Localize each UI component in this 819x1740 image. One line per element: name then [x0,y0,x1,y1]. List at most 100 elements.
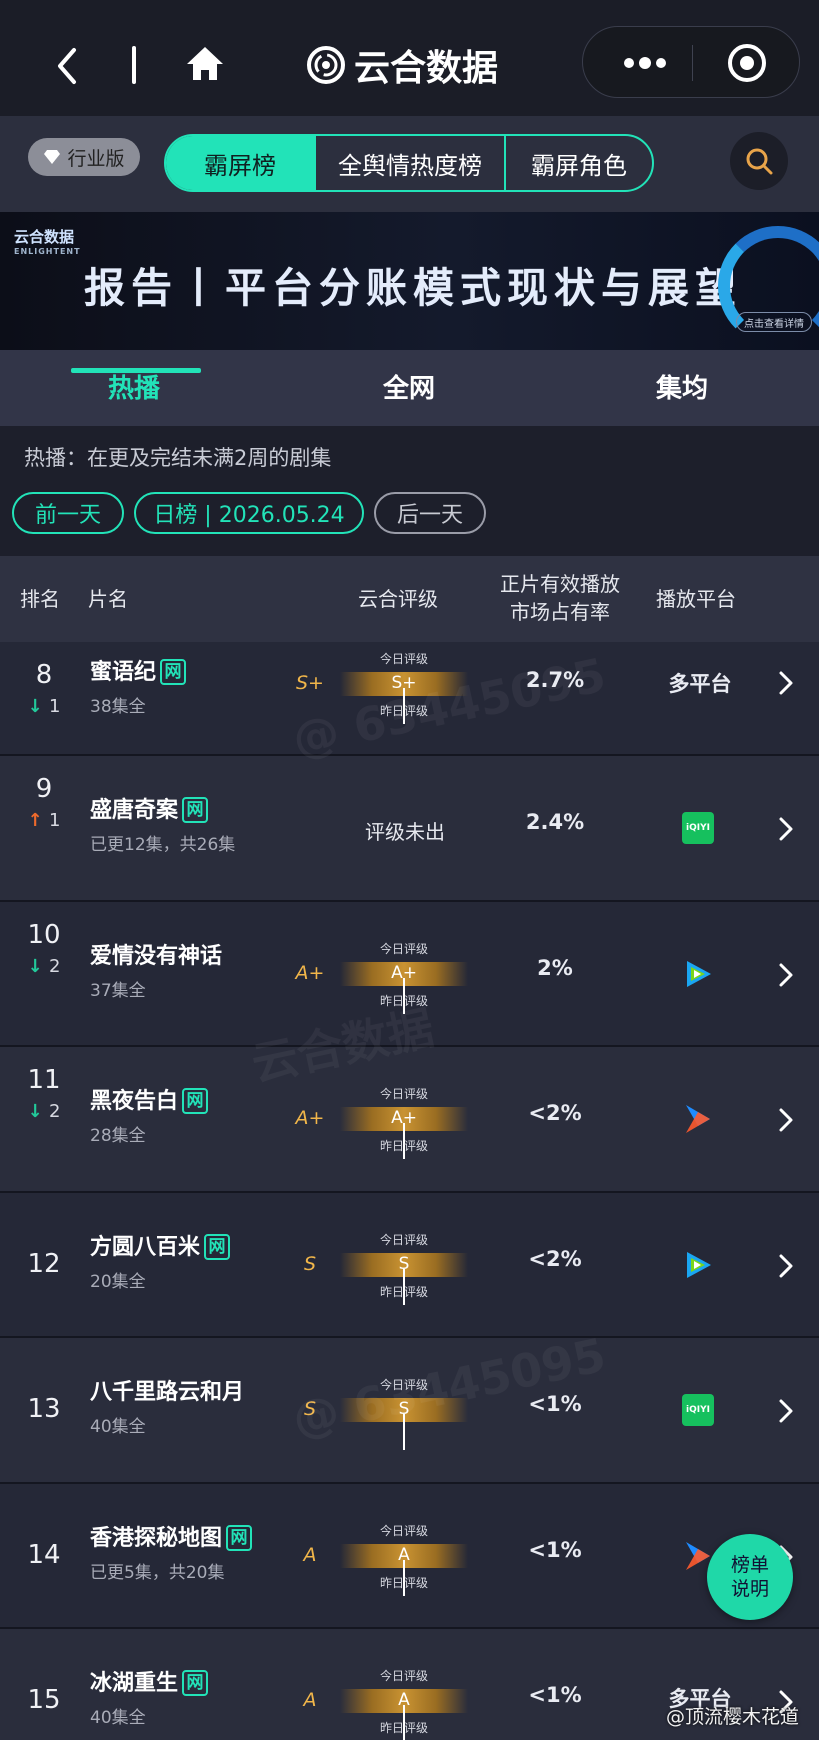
search-button[interactable] [730,132,788,190]
diamond-icon [44,150,61,164]
yesterday-rating-label: 昨日评级 [379,1139,428,1153]
rating-gauge: 今日评级 S+ 昨日评级 [340,650,468,724]
rating-gauge: 今日评级 A+ 昨日评级 [340,1085,468,1159]
more-icon[interactable] [615,49,675,77]
back-icon[interactable] [54,46,80,86]
rank-down-icon: ↓ [27,1101,49,1122]
show-title-text: 蜜语纪 [90,660,157,685]
title-bar: 云合数据 [0,0,819,116]
today-rating: S [398,1253,410,1274]
header-share-line1: 正片有效播放 [500,572,620,596]
tab-per-episode[interactable]: 集均 [656,368,708,405]
next-day-button[interactable]: 后一天 [374,492,486,534]
rating-bar: A [340,1543,468,1596]
episode-count: 20集全 [90,1271,146,1292]
table-row[interactable]: 8 ↓ 1 蜜语纪网 38集全 S+ 今日评级 S+ 昨日评级 2.7% 多平台 [0,642,819,756]
show-title[interactable]: 盛唐奇案网 [90,792,209,824]
show-title[interactable]: 爱情没有神话 [90,938,222,970]
rank-number: 14 [27,1539,61,1570]
previous-rating: S [303,1252,317,1275]
rating-bar: S [340,1252,468,1305]
show-title-text: 八千里路云和月 [90,1380,245,1405]
today-rating-label: 今日评级 [379,1378,428,1392]
banner-logo-en: ENLIGHTENT [14,247,81,256]
chevron-right-icon[interactable] [778,816,794,842]
show-title[interactable]: 方圆八百米网 [90,1229,231,1261]
tencent-video-icon [682,1249,714,1281]
report-banner[interactable]: 云合数据 ENLIGHTENT 报告丨平台分账模式现状与展望 点击查看详情 [0,212,819,350]
author-watermark: @顶流樱木花道 [666,1706,800,1728]
banner-detail-button[interactable]: 点击查看详情 [736,312,812,332]
show-title[interactable]: 黑夜告白网 [90,1083,209,1115]
rank-change: ↓ 1 [24,696,64,717]
tencent-video-icon [682,958,714,990]
show-title[interactable]: 香港探秘地图网 [90,1520,253,1552]
rank-number: 9 [35,774,53,804]
prev-day-button[interactable]: 前一天 [12,492,124,534]
today-rating: A [398,1544,410,1565]
chevron-right-icon[interactable] [778,1253,794,1279]
chevron-right-icon[interactable] [778,1107,794,1133]
table-row[interactable]: 12 方圆八百米网 20集全 S 今日评级 S 昨日评级 <2% [0,1192,819,1338]
previous-rating: A [303,1689,317,1711]
logo-icon [307,46,345,84]
capsule-divider [692,45,693,81]
today-rating-label: 今日评级 [379,1669,428,1683]
rating-gauge: 今日评级 S 昨日评级 [340,1231,468,1305]
tab-all-network[interactable]: 全网 [383,368,435,405]
show-title[interactable]: 冰湖重生网 [90,1665,209,1697]
rating-bar: A+ [340,961,468,1014]
yesterday-rating-label: 昨日评级 [379,704,428,718]
yesterday-rating-label: 昨日评级 [379,1284,428,1299]
market-share: <1% [528,1537,582,1562]
chevron-right-icon[interactable] [778,670,794,696]
header-rating: 云合评级 [358,587,438,611]
yesterday-rating-label: 昨日评级 [379,993,428,1008]
close-miniprogram-icon[interactable] [725,41,769,85]
web-drama-badge: 网 [182,1670,209,1696]
industry-label: 行业版 [67,147,125,170]
banner-logo: 云合数据 ENLIGHTENT [14,226,81,256]
episode-count: 28集全 [90,1126,146,1146]
segment-opinion-heat-board[interactable]: 全舆情热度榜 [314,136,504,190]
rank-number: 12 [27,1248,61,1279]
tab-hot[interactable]: 热播 [108,368,160,405]
episode-count: 40集全 [90,1417,146,1437]
board-legend-button[interactable]: 榜单 说明 [707,1534,793,1620]
table-row[interactable]: 13 八千里路云和月 40集全 S 今日评级 S <1% iQIYI [0,1338,819,1484]
rank-number: 8 [35,660,53,690]
table-row[interactable]: 9 ↑ 1 盛唐奇案网已更12集，共26集 评级未出 2.4% iQIYI [0,756,819,902]
platform-multi: 多平台 [668,672,732,696]
home-icon[interactable] [185,44,225,84]
app-title: 云合数据 [306,38,498,92]
rank-up-icon: ↑ [27,810,49,831]
today-rating-label: 今日评级 [379,652,428,666]
header-rank: 排名 [20,587,60,611]
chevron-right-icon[interactable] [778,1398,794,1424]
table-row[interactable]: 10 ↓ 2 爱情没有神话 37集全 A+ 今日评级 A+ 昨日评级 2% [0,901,819,1047]
rank-change-value: 1 [48,696,61,717]
market-share: <1% [528,1683,582,1707]
episode-count: 已更5集，共20集 [90,1562,225,1583]
show-title[interactable]: 蜜语纪网 [90,654,187,686]
today-rating: S+ [391,673,417,693]
date-selector[interactable]: 日榜 | 2026.05.24 [134,492,364,534]
episode-count: 38集全 [90,697,146,717]
chevron-right-icon[interactable] [778,962,794,988]
industry-edition-badge[interactable]: 行业版 [28,138,140,176]
rank-change-value: 2 [48,1101,61,1122]
table-row[interactable]: 11 ↓ 2 黑夜告白网 28集全 A+ 今日评级 A+ 昨日评级 <2% [0,1047,819,1193]
table-row[interactable]: 14 香港探秘地图网已更5集，共20集 A 今日评级 A 昨日评级 <1% [0,1483,819,1629]
today-rating-label: 今日评级 [379,1087,428,1101]
rank-down-icon: ↓ [27,696,49,717]
previous-rating: A+ [295,961,325,984]
show-title[interactable]: 八千里路云和月 [90,1374,244,1406]
segment-dominate-board[interactable]: 霸屏榜 [166,136,314,190]
rank-change: ↓ 2 [24,1101,64,1122]
rank-number: 11 [27,1065,61,1095]
header-share-line2: 市场占有率 [510,600,610,624]
today-rating: S [398,1399,410,1419]
market-share: <2% [528,1101,582,1125]
segment-dominate-roles[interactable]: 霸屏角色 [504,136,652,190]
today-rating: A+ [391,962,417,983]
